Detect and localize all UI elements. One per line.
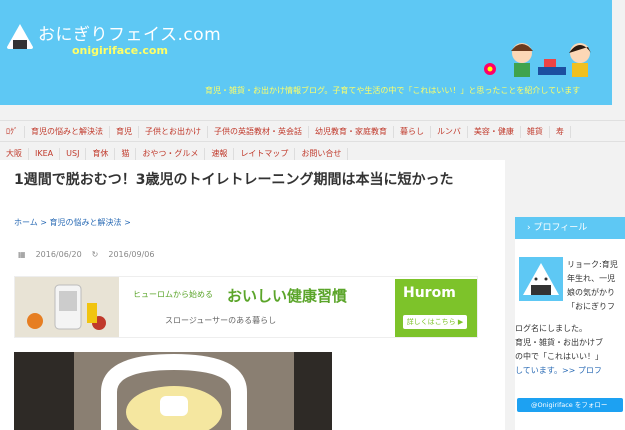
site-tagline: 育児・雑貨・お出かけ情報ブログ。子育てや生活の中で「これはいい！」と思ったことを… xyxy=(205,86,581,95)
nav-row-1: ﾛｸﾞ 育児の悩みと解決法 育児 子供とお出かけ 子供の英語教材・英会話 幼児教… xyxy=(0,126,571,138)
calendar-icon: ▦ xyxy=(18,250,26,259)
updated-date: 2016/09/06 xyxy=(108,250,155,259)
nav-row-2: 大阪 IKEA USJ 育休 猫 おやつ・グルメ 速報 レイトマップ お問い合せ xyxy=(0,148,349,160)
nav-item[interactable]: 猫 xyxy=(115,148,137,160)
juicer-image xyxy=(15,277,119,337)
profile-line: の中で「これはいい！」 xyxy=(515,352,603,361)
nav-item[interactable]: 育児 xyxy=(110,126,139,138)
twitter-follow-button[interactable]: @Onigiriface をフォロー xyxy=(517,398,623,412)
nav-item[interactable]: 大阪 xyxy=(0,148,29,160)
profile-line: 年生れ、一児 xyxy=(567,274,616,283)
profile-heading-label: プロフィール xyxy=(533,223,588,233)
article-title: 1週間で脱おむつ！3歳児のトイレトレーニング期間は本当に短かった xyxy=(14,172,454,188)
profile-line: 「おにぎりフ xyxy=(567,302,615,311)
profile-line: 娘の気がかり xyxy=(567,288,615,297)
sidebar: › プロフィール リョーク:育児 年生れ、一児 娘の気がかり 「おにぎりフ ログ… xyxy=(515,160,625,430)
profile-line: 育児・雑貨・お出かけブ xyxy=(515,338,603,347)
nav-item[interactable]: 暮らし xyxy=(394,126,431,138)
site-header: おにぎりフェイス.com onigiriface.com 育児・雑貨・お出かけ情… xyxy=(0,0,612,105)
profile-widget: › プロフィール リョーク:育児 年生れ、一児 娘の気がかり 「おにぎりフ ログ… xyxy=(515,217,625,430)
refresh-icon: ↻ xyxy=(91,250,99,259)
nav-item[interactable]: 子供の英語教材・英会話 xyxy=(208,126,309,138)
ad-brand-panel: Hurom 詳しくはこちら ▶ xyxy=(395,279,477,337)
nav-item[interactable]: 雑貨 xyxy=(521,126,550,138)
ad-headline: ヒューロムから始める xyxy=(133,290,213,299)
nav-item[interactable]: 幼児教育・家庭教育 xyxy=(309,126,394,138)
site-subtitle[interactable]: onigiriface.com xyxy=(72,44,168,57)
nav-item[interactable]: ルンバ xyxy=(431,126,468,138)
nav-item[interactable]: 育児の悩みと解決法 xyxy=(25,126,110,138)
article-photo xyxy=(14,352,332,430)
article-main: 1週間で脱おむつ！3歳児のトイレトレーニング期間は本当に短かった ホーム > 育… xyxy=(0,160,505,430)
ad-banner[interactable]: ヒューロムから始める おいしい健康習慣 スロージューサーのある暮らし Hurom… xyxy=(14,276,478,338)
profile-more-link[interactable]: しています。>> プロフ xyxy=(515,365,602,376)
profile-line: リョーク:育児 xyxy=(567,260,618,269)
profile-line: ログ名にしました。 xyxy=(515,324,587,333)
nav-item[interactable]: ﾛｸﾞ xyxy=(0,126,25,138)
nav-divider xyxy=(0,141,625,142)
ad-title: おいしい健康習慣 xyxy=(227,287,348,305)
post-dates: ▦ 2016/06/20 ↻ 2016/09/06 xyxy=(18,250,154,259)
profile-heading: › プロフィール xyxy=(515,217,625,239)
nav-item[interactable]: 育休 xyxy=(86,148,116,160)
nav-divider xyxy=(0,120,625,121)
nav-item[interactable]: IKEA xyxy=(29,148,61,160)
ad-brand-logo: Hurom xyxy=(403,285,456,301)
nav-item[interactable]: 寿 xyxy=(550,126,571,138)
nav-item[interactable]: おやつ・グルメ xyxy=(136,148,206,160)
nav-item[interactable]: 子供とお出かけ xyxy=(139,126,208,138)
breadcrumb[interactable]: ホーム > 育児の悩みと解決法 > xyxy=(14,217,131,228)
ad-detail-button[interactable]: 詳しくはこちら ▶ xyxy=(403,315,467,329)
published-date: 2016/06/20 xyxy=(35,250,82,259)
nav-item[interactable]: 美容・健康 xyxy=(468,126,521,138)
kids-illustration xyxy=(484,43,591,77)
onigiri-avatar xyxy=(519,257,563,301)
ad-subtitle: スロージューサーのある暮らし xyxy=(165,316,277,325)
nav-item[interactable]: USJ xyxy=(60,148,87,160)
follow-label: @Onigiriface をフォロー xyxy=(531,401,608,409)
nav-item[interactable]: レイトマップ xyxy=(234,148,296,160)
nav-item[interactable]: お問い合せ xyxy=(295,148,349,160)
site-title[interactable]: おにぎりフェイス.com xyxy=(38,20,221,45)
nav-item[interactable]: 速報 xyxy=(205,148,235,160)
onigiri-logo-icon[interactable] xyxy=(6,22,34,50)
